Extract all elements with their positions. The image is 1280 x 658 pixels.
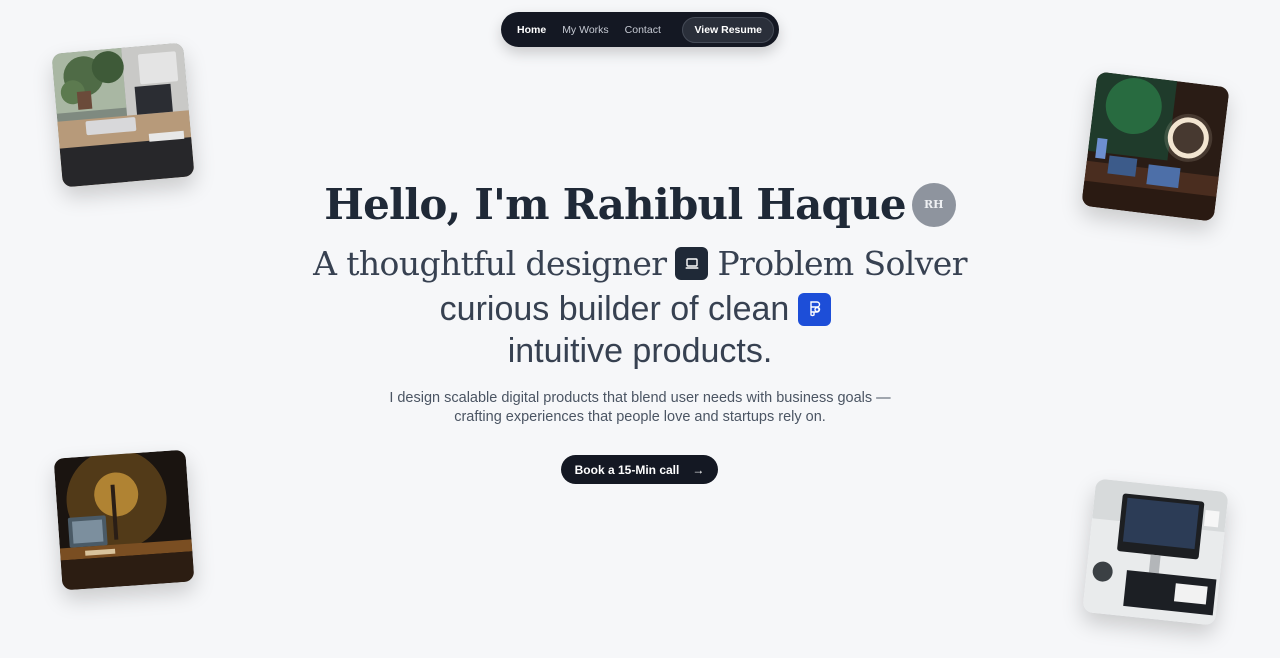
nav-item-contact[interactable]: Contact [617, 17, 669, 43]
tagline-designer-text: A thoughtful designer [313, 244, 667, 283]
top-nav: Home My Works Contact View Resume [501, 12, 779, 47]
hero-tagline-line-1: A thoughtful designer Problem Solver [0, 244, 1280, 283]
nav-item-home[interactable]: Home [509, 17, 554, 43]
view-resume-button[interactable]: View Resume [682, 16, 774, 43]
workspace-photo-imac-desk [1082, 478, 1229, 626]
hero-greeting: Hello, I'm Rahibul Haque [324, 180, 906, 229]
workspace-photo-lamp-desk [53, 449, 195, 591]
workspace-photo-desk-plants [51, 42, 195, 188]
nav-item-my-works[interactable]: My Works [554, 17, 616, 43]
hero-tagline-line-3: intuitive products. [507, 332, 773, 370]
hero-heading-row: Hello, I'm Rahibul Haque RH [0, 180, 1280, 229]
book-call-label: Book a 15-Min call [574, 462, 680, 477]
tagline-problem-solver-text: Problem Solver [717, 244, 967, 283]
laptop-icon [675, 247, 709, 280]
figma-icon [798, 293, 832, 326]
arrow-right-icon: → [692, 462, 705, 477]
tagline-builder-text: curious builder of clean [439, 290, 790, 328]
hero-tagline-line-2: curious builder of clean [0, 290, 1280, 329]
page: Home My Works Contact View Resume Hello,… [0, 0, 1280, 658]
hero-description: I design scalable digital products that … [389, 390, 891, 425]
book-call-button[interactable]: Book a 15-Min call → [561, 455, 718, 484]
avatar: RH [911, 182, 956, 227]
